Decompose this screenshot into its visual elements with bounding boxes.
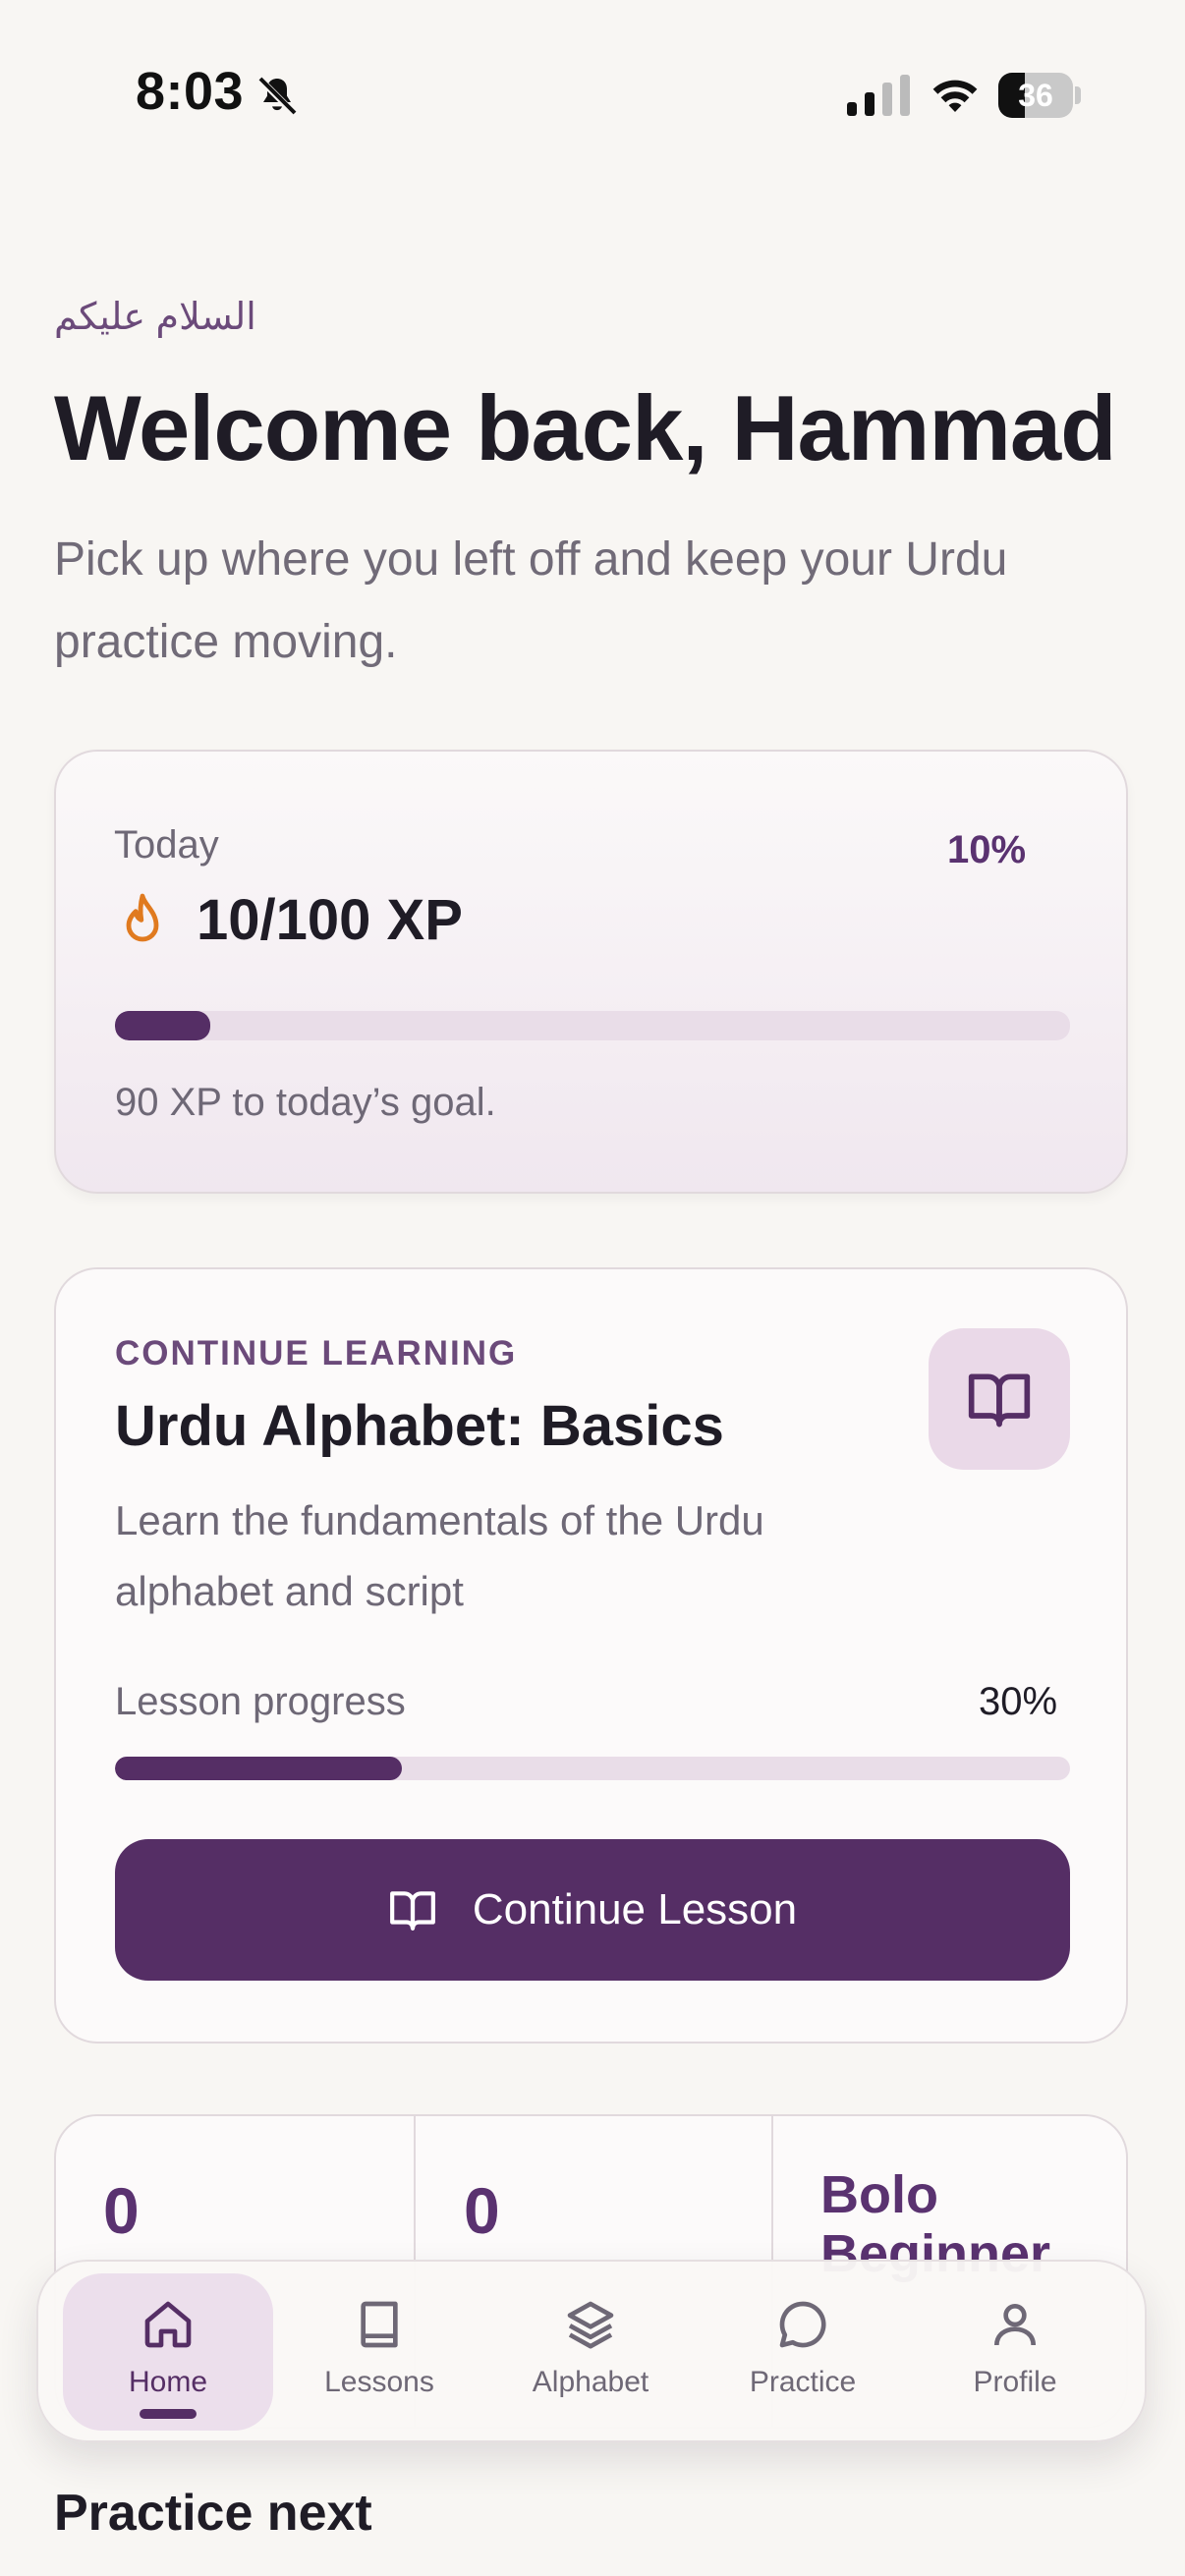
lesson-progress-fill: [115, 1757, 402, 1780]
layers-icon: [567, 2301, 614, 2349]
continue-learning-label: CONTINUE LEARNING: [115, 1334, 518, 1372]
tab-practice[interactable]: Practice: [698, 2273, 908, 2431]
daily-goal-percent: 10%: [947, 828, 1027, 871]
tab-profile-label: Profile: [973, 2366, 1057, 2398]
stat-value: 0: [464, 2174, 500, 2247]
lesson-icon-tile: [929, 1328, 1070, 1470]
chat-bubble-icon: [779, 2301, 826, 2348]
tab-practice-label: Practice: [749, 2366, 857, 2398]
status-time: 8:03: [136, 62, 245, 121]
page-subtitle: Pick up where you left off and keep your…: [54, 533, 1008, 668]
daily-goal-progress-bar: [115, 1011, 1070, 1040]
greeting-urdu: السلام علیکم: [54, 297, 256, 338]
book-icon: [361, 2301, 398, 2348]
tab-alphabet[interactable]: Alphabet: [485, 2273, 696, 2431]
bell-slash-icon: [256, 76, 298, 117]
tab-home-label: Home: [128, 2366, 208, 2398]
user-icon: [994, 2304, 1036, 2346]
flame-icon: [126, 893, 159, 942]
wifi-icon: [932, 80, 978, 112]
practice-next-heading: Practice next: [54, 2485, 372, 2542]
battery-indicator: 36: [998, 73, 1081, 118]
tab-profile[interactable]: Profile: [910, 2273, 1120, 2431]
battery-level: 36: [1018, 78, 1053, 113]
lesson-title: Urdu Alphabet: Basics: [115, 1394, 724, 1458]
continue-lesson-button[interactable]: Continue Lesson: [115, 1839, 1070, 1981]
daily-goal-card: [54, 750, 1128, 1194]
page-title: Welcome back, Hammad: [54, 376, 1117, 479]
daily-goal-note: 90 XP to today’s goal.: [115, 1081, 496, 1124]
tab-lessons[interactable]: Lessons: [274, 2273, 484, 2431]
continue-lesson-label: Continue Lesson: [472, 1885, 798, 1933]
daily-goal-label: Today: [114, 823, 219, 867]
daily-goal-progress-fill: [115, 1011, 211, 1040]
home-icon: [144, 2301, 192, 2348]
open-book-icon: [968, 1373, 1031, 1428]
open-book-icon: [389, 1891, 435, 1931]
lesson-progress-label: Lesson progress: [115, 1680, 406, 1723]
stat-value: 0: [103, 2174, 140, 2247]
lesson-progress-bar: [115, 1757, 1070, 1780]
xp-value: 10/100 XP: [197, 888, 463, 952]
tab-alphabet-label: Alphabet: [532, 2366, 649, 2398]
lesson-progress-value: 30%: [979, 1680, 1058, 1723]
lesson-description: Learn the fundamentals of the Urdu alpha…: [115, 1497, 764, 1614]
cellular-signal-icon: [847, 75, 910, 116]
active-tab-indicator: [140, 2409, 197, 2419]
tab-lessons-label: Lessons: [324, 2366, 434, 2398]
tab-home[interactable]: Home: [63, 2273, 273, 2431]
